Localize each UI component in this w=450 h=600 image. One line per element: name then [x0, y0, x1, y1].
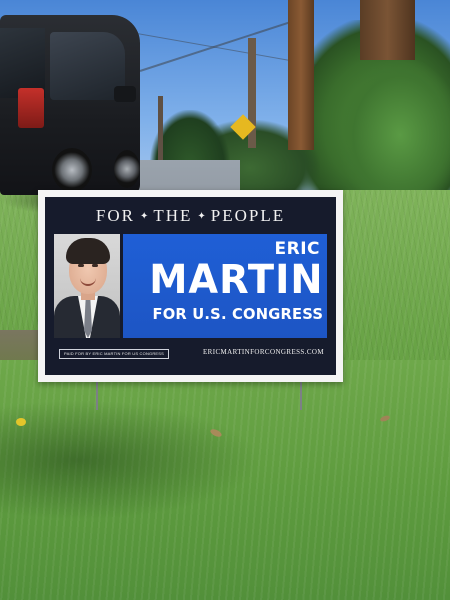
- office-sought: FOR U.S. CONGRESS: [152, 305, 323, 323]
- car-mirror: [114, 86, 136, 102]
- candidate-last-name: MARTIN: [148, 257, 323, 303]
- star-icon: ✦: [139, 211, 149, 222]
- slogan-word: FOR: [95, 206, 135, 225]
- candidate-portrait: [54, 234, 120, 338]
- photo-scene: FOR ✦ THE ✦ PEOPLE ERIC MARTIN FOR U.S. CONG…: [0, 0, 450, 600]
- sign-face: FOR ✦ THE ✦ PEOPLE ERIC MARTIN FOR U.S. CONG…: [45, 197, 336, 375]
- shadow: [0, 400, 260, 520]
- sign-slogan: FOR ✦ THE ✦ PEOPLE: [45, 206, 336, 226]
- car-tail-light: [18, 88, 44, 128]
- star-icon: ✦: [197, 211, 206, 222]
- paid-for-disclaimer: PAID FOR BY ERIC MARTIN FOR US CONGRESS: [59, 349, 170, 359]
- dandelion: [16, 418, 26, 426]
- name-panel: ERIC MARTIN FOR U.S. CONGRESS: [123, 234, 327, 338]
- sign-stake: [96, 380, 98, 410]
- candidate-first-name: ERIC: [274, 239, 320, 259]
- campaign-website: ERICMARTINFORCONGRESS.COM: [202, 348, 324, 356]
- utility-pole: [158, 96, 163, 168]
- car-wheel: [114, 150, 140, 188]
- car-wheel: [52, 148, 92, 192]
- shrub: [340, 60, 450, 210]
- slogan-word: PEOPLE: [210, 206, 286, 225]
- campaign-yard-sign: FOR ✦ THE ✦ PEOPLE ERIC MARTIN FOR U.S. CONG…: [38, 190, 343, 382]
- utility-pole: [288, 0, 314, 150]
- slogan-word: THE: [153, 206, 193, 225]
- tree-trunk: [360, 0, 415, 60]
- sign-stake: [300, 380, 302, 410]
